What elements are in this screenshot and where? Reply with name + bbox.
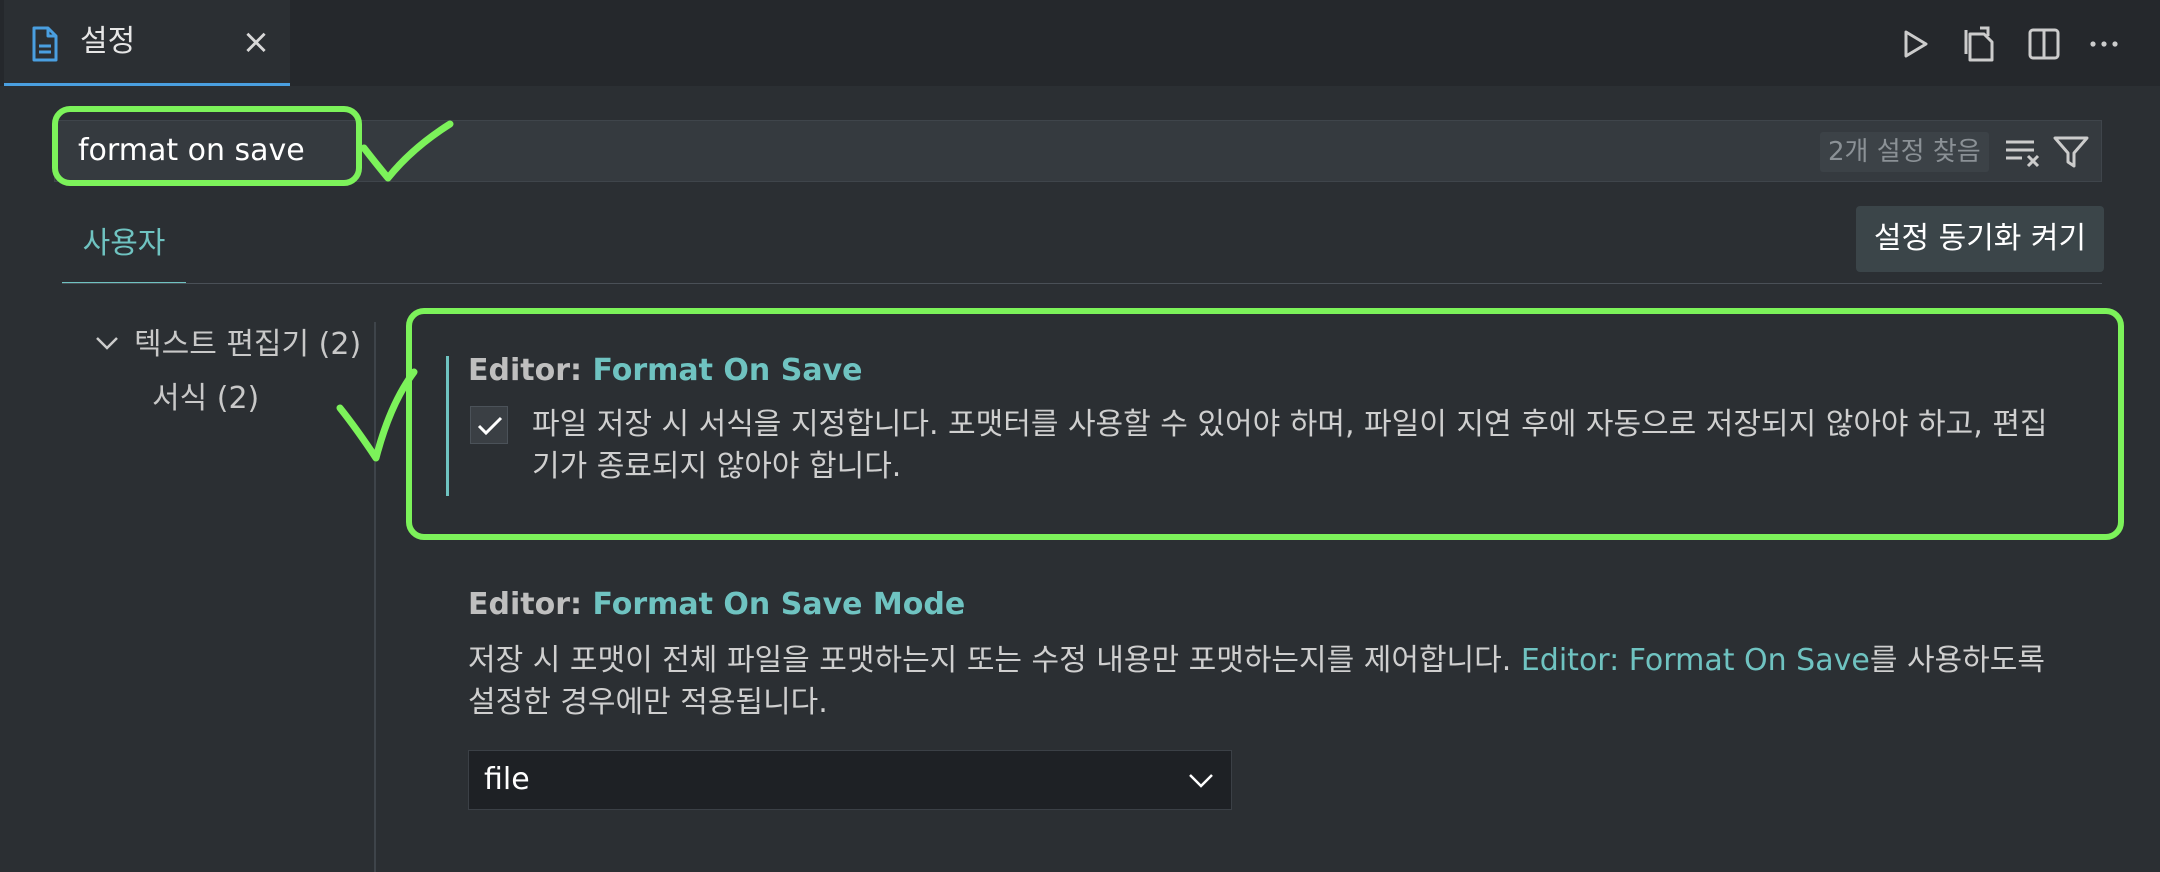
description-text: 저장 시 포맷이 전체 파일을 포맷하는지 또는 수정 내용만 포맷하는지를 제…: [468, 643, 1521, 678]
filter-icon[interactable]: [2052, 132, 2090, 172]
setting-link[interactable]: Editor: Format On Save: [1521, 643, 1870, 678]
setting-name: Format On Save Mode: [592, 587, 966, 622]
annotation-checkmark-search: [360, 120, 454, 182]
chevron-down-icon[interactable]: [94, 330, 120, 356]
toc-item-formatting[interactable]: 서식 (2): [152, 376, 259, 422]
format-on-save-mode-select[interactable]: [468, 750, 1232, 810]
annotation-box-setting: [406, 308, 2124, 540]
chevron-down-icon[interactable]: [1186, 768, 1216, 794]
setting-category: Editor:: [468, 587, 593, 622]
file-icon: [28, 26, 62, 62]
setting-description: 저장 시 포맷이 전체 파일을 포맷하는지 또는 수정 내용만 포맷하는지를 제…: [468, 640, 2068, 724]
sync-settings-button[interactable]: 설정 동기화 켜기: [1856, 206, 2104, 272]
close-icon[interactable]: ×: [238, 22, 274, 62]
toc-item-text-editor[interactable]: 텍스트 편집기 (2): [134, 322, 361, 368]
clear-filter-icon[interactable]: [2004, 134, 2044, 170]
select-value: file: [484, 762, 530, 797]
annotation-box-search: [52, 106, 362, 186]
editor-tab-bar: [0, 0, 2160, 86]
tab-user[interactable]: 사용자: [62, 222, 186, 284]
result-count-badge: 2개 설정 찾음: [1820, 132, 1989, 172]
annotation-checkmark-setting: [336, 368, 418, 462]
setting-title-format-on-save-mode: Editor: Format On Save Mode: [468, 584, 965, 626]
tab-title: 설정: [80, 24, 136, 59]
split-editor-icon[interactable]: [2024, 24, 2064, 64]
divider: [62, 283, 2102, 284]
run-icon[interactable]: [1894, 24, 1934, 64]
open-json-icon[interactable]: [1960, 24, 2000, 64]
more-actions-icon[interactable]: [2084, 24, 2124, 64]
